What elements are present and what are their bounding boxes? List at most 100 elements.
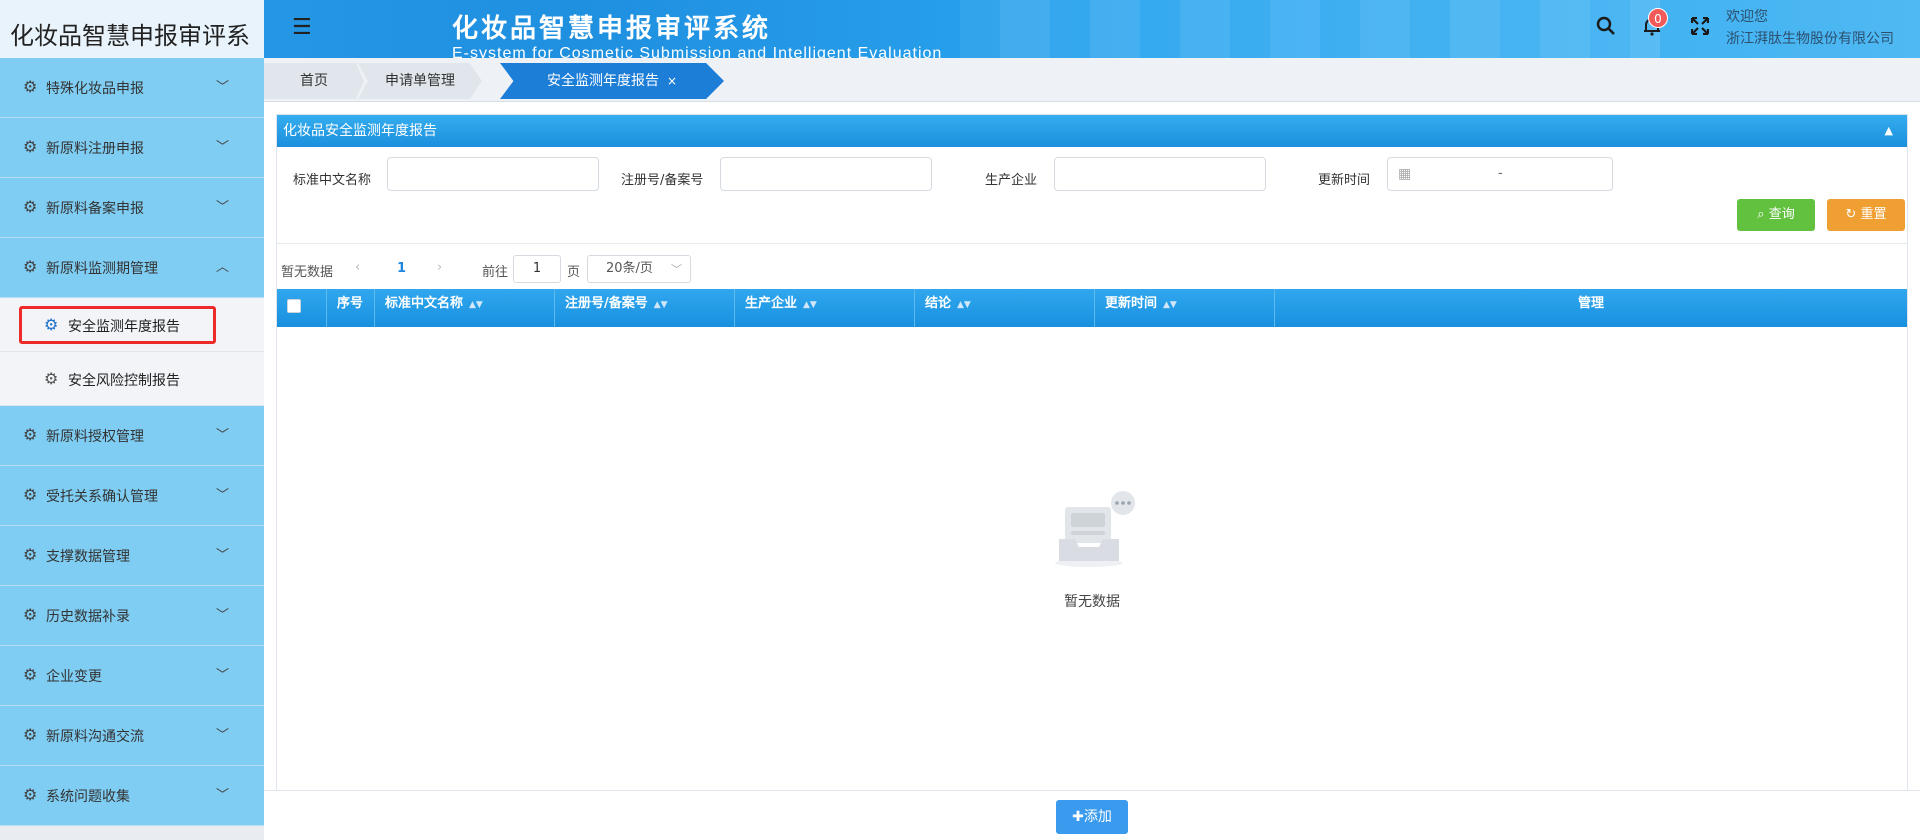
sidebar-item-label: 历史数据补录: [46, 609, 130, 625]
goto-label: 前往: [482, 265, 509, 280]
sidebar-item-support-data[interactable]: ⚙ 支撑数据管理 ﹀: [0, 526, 264, 586]
gear-icon: ⚙: [23, 725, 38, 744]
column-label: 注册号/备案号: [565, 296, 648, 311]
date-range-input[interactable]: ▦ -: [1387, 157, 1613, 191]
tab-annual-report[interactable]: 安全监测年度报告 ×: [500, 63, 724, 99]
page-size-value: 20条/页: [606, 261, 653, 276]
sidebar-subitem-risk-report[interactable]: ⚙ 安全风险控制报告: [0, 352, 264, 406]
sidebar-item-company-change[interactable]: ⚙ 企业变更 ﹀: [0, 646, 264, 706]
menu-toggle-icon[interactable]: ☰: [292, 17, 316, 39]
name-input[interactable]: [387, 157, 599, 191]
tab-application-management[interactable]: 申请单管理: [358, 63, 482, 99]
page-number[interactable]: 1: [397, 261, 406, 276]
sidebar-item-label: 支撑数据管理: [46, 549, 130, 565]
sidebar-item-label: 企业变更: [46, 669, 102, 685]
column-header-name[interactable]: 标准中文名称 ▲▼: [375, 289, 555, 327]
empty-inbox-icon: [1055, 491, 1135, 567]
add-button[interactable]: ✚添加: [1056, 800, 1128, 834]
gear-icon: ⚙: [23, 197, 38, 216]
chevron-down-icon: ﹀: [216, 200, 230, 215]
reg-input[interactable]: [720, 157, 932, 191]
sidebar-item-communication[interactable]: ⚙ 新原料沟通交流 ﹀: [0, 706, 264, 766]
chevron-down-icon: ﹀: [216, 80, 230, 95]
page-unit-label: 页: [567, 265, 581, 280]
main-content: 首页 申请单管理 安全监测年度报告 × 化妆品安全监测年度报告 ▲ 标准中文名称 …: [264, 58, 1920, 840]
pagination-status: 暂无数据: [281, 265, 334, 280]
column-header-reg[interactable]: 注册号/备案号 ▲▼: [555, 289, 735, 327]
collapse-icon[interactable]: ▲: [1885, 115, 1893, 147]
sidebar-item-monitoring-management[interactable]: ⚙ 新原料监测期管理 ︿: [0, 238, 264, 298]
tab-home[interactable]: 首页: [264, 63, 364, 99]
user-welcome[interactable]: 欢迎您 浙江湃肽生物股份有限公司: [1726, 6, 1894, 50]
column-label: 更新时间: [1105, 296, 1158, 311]
sidebar-item-special-cosmetics[interactable]: ⚙ 特殊化妆品申报 ﹀: [0, 58, 264, 118]
column-label: 序号: [337, 296, 364, 311]
sidebar-item-entrust-confirmation[interactable]: ⚙ 受托关系确认管理 ﹀: [0, 466, 264, 526]
tab-label: 首页: [300, 73, 328, 89]
notification-badge: 0: [1648, 8, 1668, 28]
column-header-conclusion[interactable]: 结论 ▲▼: [915, 289, 1095, 327]
column-header-updated[interactable]: 更新时间 ▲▼: [1095, 289, 1275, 327]
chevron-down-icon: ﹀: [216, 488, 230, 503]
tab-bar: 首页 申请单管理 安全监测年度报告 ×: [264, 58, 1920, 102]
column-header-company[interactable]: 生产企业 ▲▼: [735, 289, 915, 327]
logo-block: 化妆品智慧申报审评系统: [0, 0, 264, 58]
divider: [277, 243, 1907, 244]
reset-button[interactable]: ↻ 重置: [1827, 199, 1905, 231]
gear-icon: ⚙: [44, 315, 59, 334]
sort-icon[interactable]: ▲▼: [803, 300, 817, 310]
gear-icon: ⚙: [23, 545, 38, 564]
tab-label: 安全监测年度报告: [546, 73, 659, 89]
chevron-right-icon[interactable]: ›: [437, 260, 442, 275]
sidebar-item-authorization[interactable]: ⚙ 新原料授权管理 ﹀: [0, 406, 264, 466]
chevron-down-icon: ﹀: [216, 788, 230, 803]
sort-icon[interactable]: ▲▼: [957, 300, 971, 310]
select-all-checkbox[interactable]: [287, 299, 301, 313]
brand-banner: 化妆品智慧申报审评系统 E-system for Cosmetic Submis…: [452, 8, 942, 58]
chevron-down-icon: ﹀: [216, 608, 230, 623]
company-name: 浙江湃肽生物股份有限公司: [1726, 31, 1894, 47]
gear-icon: ⚙: [23, 785, 38, 804]
panel-header: 化妆品安全监测年度报告 ▲: [277, 115, 1907, 147]
header-decoration: [960, 0, 1660, 58]
chevron-down-icon: ﹀: [671, 263, 682, 276]
sidebar-subitem-annual-report[interactable]: ⚙ 安全监测年度报告: [0, 298, 264, 352]
search-icon[interactable]: [1594, 16, 1618, 40]
query-button[interactable]: ⌕ 查询: [1737, 199, 1815, 231]
sort-icon[interactable]: ▲▼: [469, 300, 483, 310]
chevron-down-icon: ﹀: [216, 668, 230, 683]
sort-icon[interactable]: ▲▼: [654, 300, 668, 310]
company-input[interactable]: [1054, 157, 1266, 191]
sidebar-subitem-label: 安全监测年度报告: [68, 319, 180, 335]
goto-page-input[interactable]: 1: [513, 255, 561, 283]
sort-icon[interactable]: ▲▼: [1163, 300, 1177, 310]
chevron-down-icon: ﹀: [216, 428, 230, 443]
column-header-manage: 管理: [1275, 289, 1907, 327]
company-label: 生产企业: [985, 173, 1038, 188]
data-table: 序号 标准中文名称 ▲▼ 注册号/备案号 ▲▼ 生产企业 ▲▼ 结论 ▲▼ 更新时间 ▲▼…: [277, 289, 1907, 327]
column-label: 生产企业: [745, 296, 798, 311]
sidebar-item-new-material-filing[interactable]: ⚙ 新原料备案申报 ﹀: [0, 178, 264, 238]
search-icon: ⌕: [1757, 207, 1769, 222]
tab-label: 申请单管理: [385, 73, 455, 89]
close-icon[interactable]: ×: [667, 74, 677, 88]
empty-text: 暂无数据: [1064, 594, 1120, 610]
chevron-left-icon[interactable]: ‹: [355, 260, 360, 275]
sidebar-item-label: 新原料沟通交流: [46, 729, 144, 745]
page-size-select[interactable]: 20条/页 ﹀: [587, 255, 691, 283]
chevron-down-icon: ﹀: [216, 548, 230, 563]
sidebar-item-new-material-registration[interactable]: ⚙ 新原料注册申报 ﹀: [0, 118, 264, 178]
welcome-greeting: 欢迎您: [1726, 9, 1768, 25]
sidebar-item-history-data[interactable]: ⚙ 历史数据补录 ﹀: [0, 586, 264, 646]
sidebar-subitem-label: 安全风险控制报告: [68, 373, 180, 389]
app-logo-title: 化妆品智慧申报审评系统: [10, 22, 250, 58]
select-all-cell: [277, 289, 327, 327]
column-header-index: 序号: [327, 289, 375, 327]
footer-bar: ✚添加: [264, 790, 1920, 840]
sidebar-item-issue-collection[interactable]: ⚙ 系统问题收集 ﹀: [0, 766, 264, 826]
chevron-down-icon: ﹀: [216, 728, 230, 743]
fullscreen-icon[interactable]: [1688, 16, 1712, 40]
sidebar-item-label: 受托关系确认管理: [46, 489, 158, 505]
sidebar-item-label: 新原料注册申报: [46, 141, 144, 157]
gear-icon: ⚙: [44, 369, 59, 388]
